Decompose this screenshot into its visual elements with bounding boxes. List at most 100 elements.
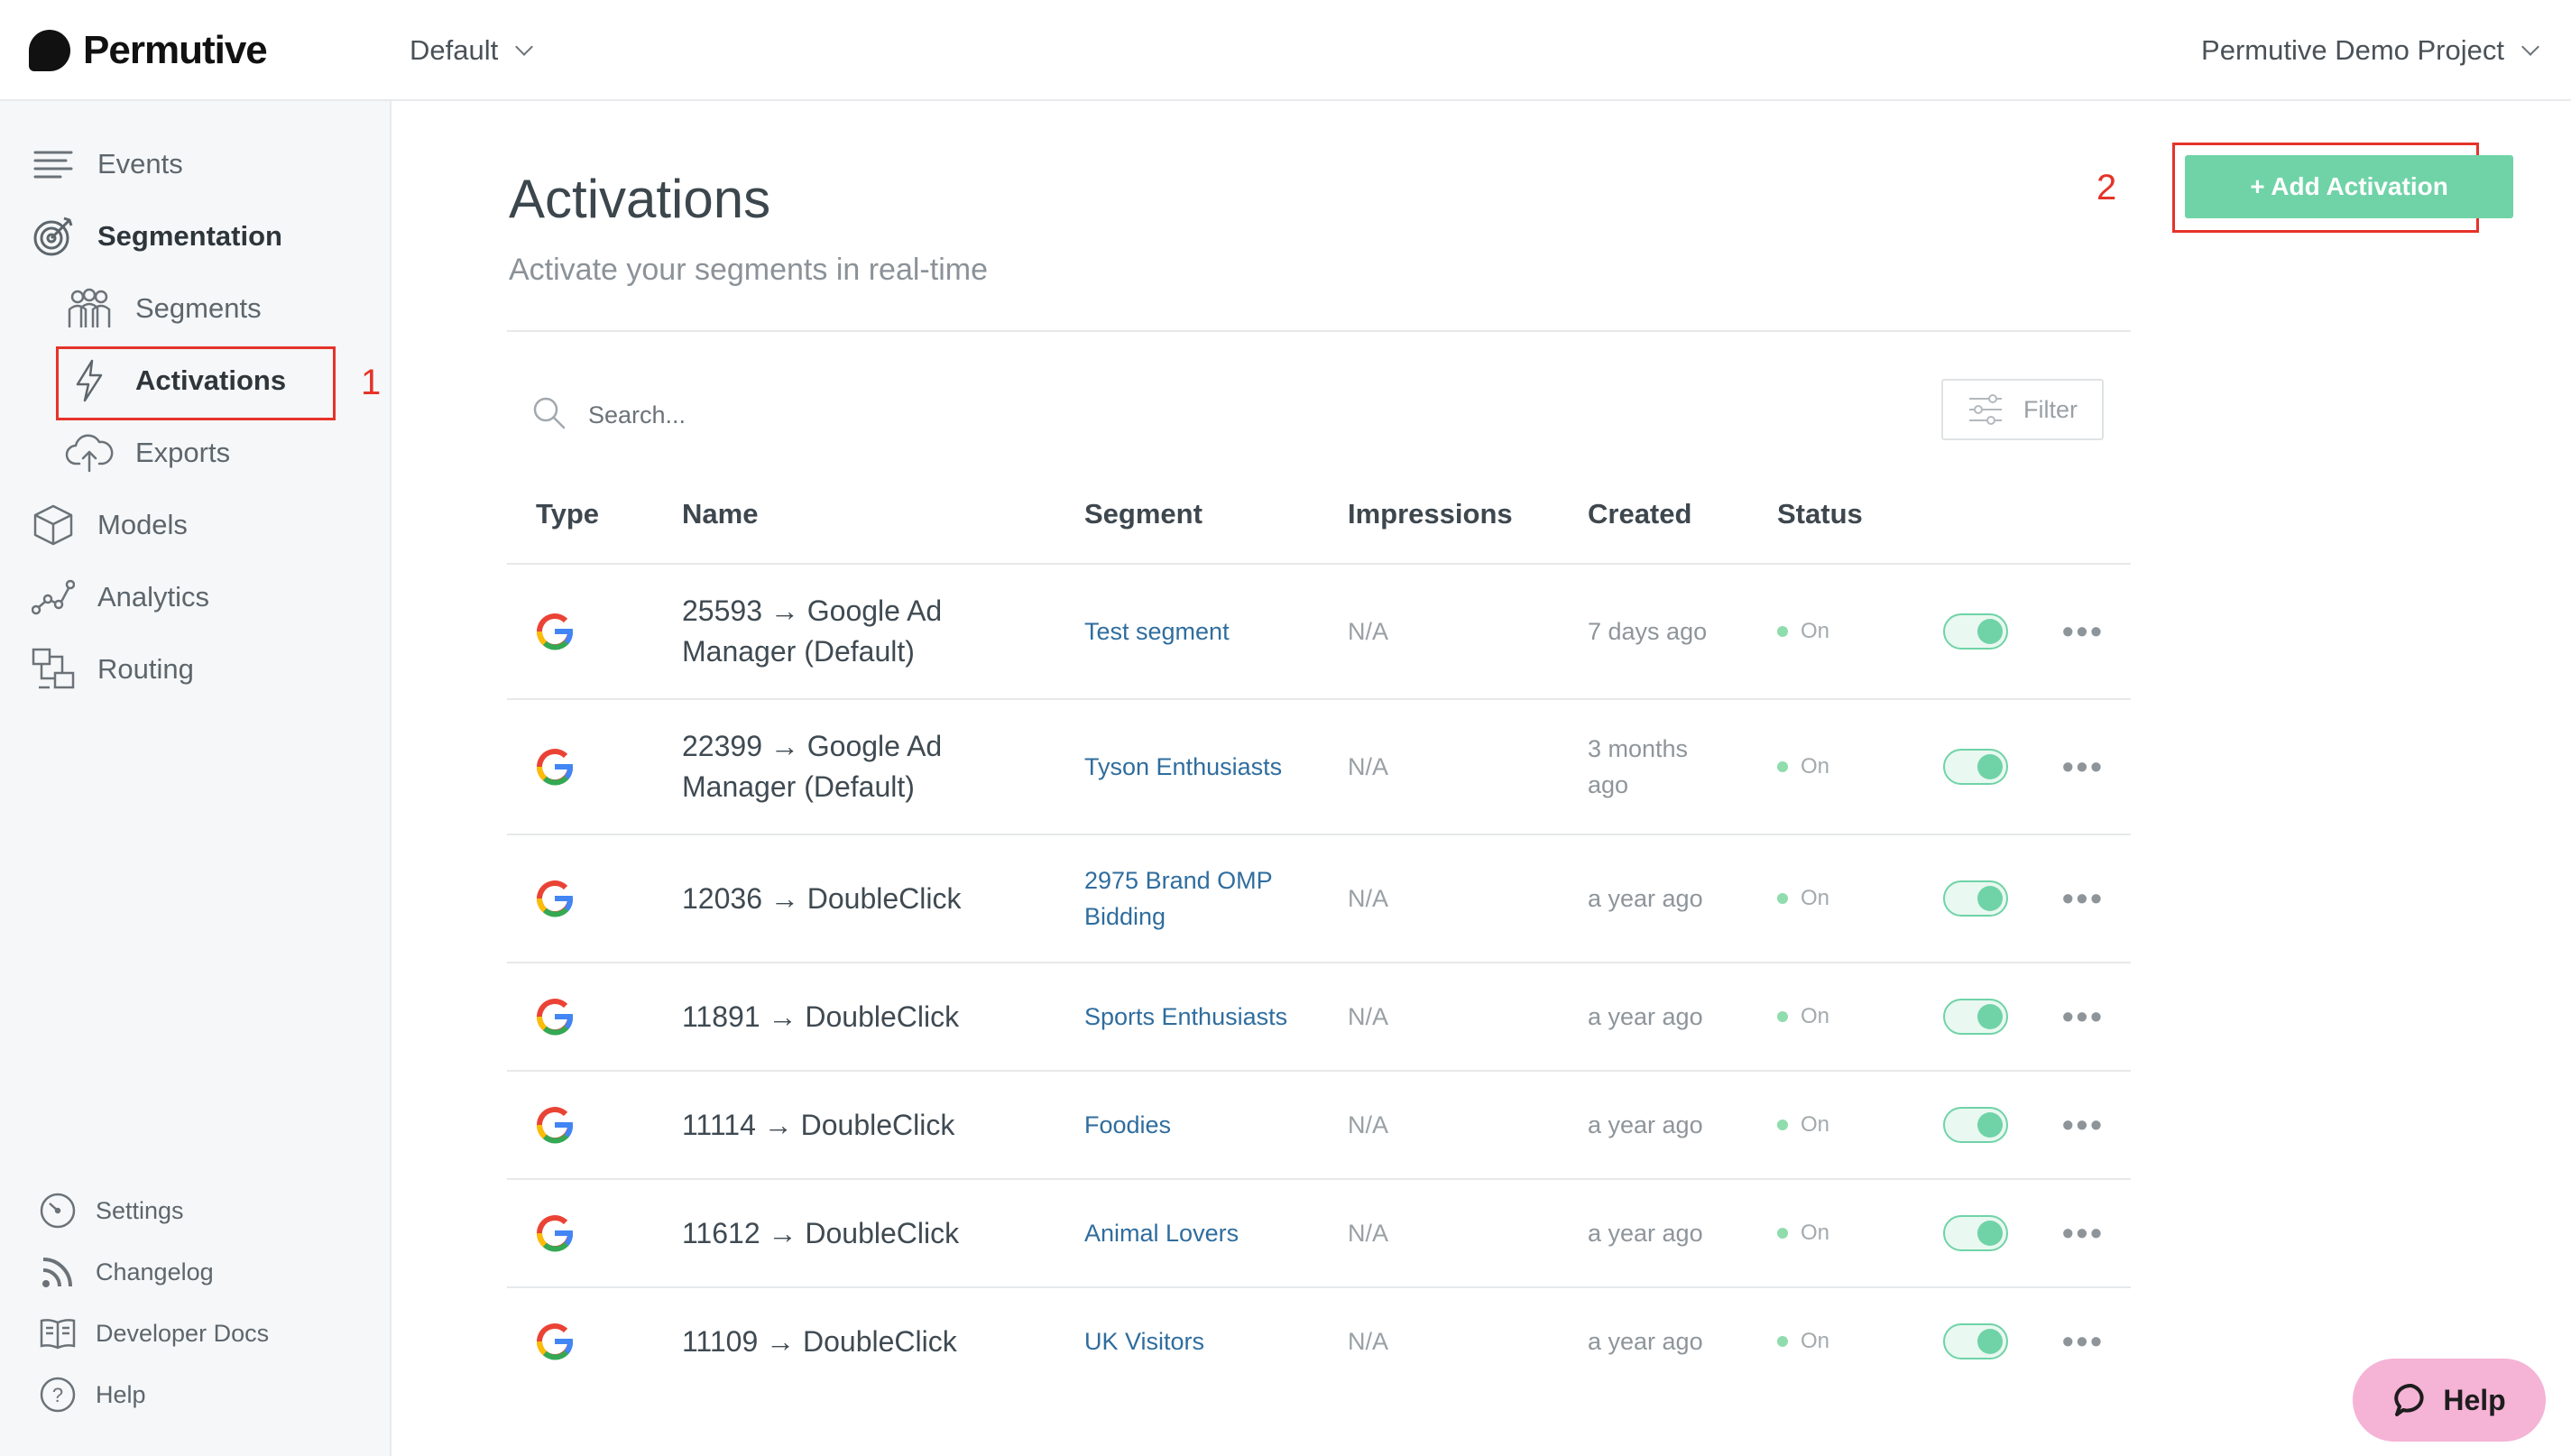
divider xyxy=(507,330,2131,332)
status-toggle[interactable] xyxy=(1943,880,2008,917)
column-header-impressions[interactable]: Impressions xyxy=(1348,498,1513,530)
activation-name[interactable]: 11612 → DoubleClick xyxy=(682,1180,989,1286)
column-header-created[interactable]: Created xyxy=(1588,498,1691,530)
sidebar-item-developer-docs[interactable]: Developer Docs xyxy=(38,1308,269,1359)
filter-button[interactable]: Filter xyxy=(1941,379,2104,440)
status-toggle[interactable] xyxy=(1943,1107,2008,1143)
table-row[interactable]: 11109 → DoubleClick UK Visitors N/A a year … xyxy=(507,1286,2131,1395)
status-dot-icon xyxy=(1777,1011,1788,1022)
more-options-icon[interactable]: ••• xyxy=(2062,565,2105,698)
status-toggle[interactable] xyxy=(1943,1323,2008,1359)
table-row[interactable]: 22399 → Google Ad Manager (Default) Tyson… xyxy=(507,698,2131,834)
status-toggle[interactable] xyxy=(1943,999,2008,1035)
activation-name[interactable]: 22399 → Google Ad Manager (Default) xyxy=(682,700,989,834)
more-options-icon[interactable]: ••• xyxy=(2062,1180,2105,1286)
sidebar-item-exports[interactable]: Exports xyxy=(65,424,230,482)
impressions-value: N/A xyxy=(1348,1219,1389,1247)
table-row[interactable]: 11891 → DoubleClick Sports Enthusiasts N/A… xyxy=(507,962,2131,1070)
activation-name[interactable]: 12036 → DoubleClick xyxy=(682,835,989,962)
sidebar-item-segments[interactable]: Segments xyxy=(65,280,262,337)
toggle-knob xyxy=(1977,754,2003,779)
more-options-icon[interactable]: ••• xyxy=(2062,963,2105,1070)
sidebar-item-routing[interactable]: Routing xyxy=(31,640,194,698)
table-row[interactable]: 11612 → DoubleClick Animal Lovers N/A a yea… xyxy=(507,1178,2131,1286)
created-value: a year ago xyxy=(1588,1111,1703,1138)
sidebar-item-models[interactable]: Models xyxy=(31,496,188,554)
chat-bubble-icon xyxy=(2392,1382,2430,1418)
segment-link[interactable]: Test segment xyxy=(1084,565,1319,698)
sidebar-item-events[interactable]: Events xyxy=(31,135,183,193)
book-icon xyxy=(38,1313,78,1353)
google-icon xyxy=(534,1180,576,1286)
segment-link[interactable]: 2975 Brand OMP Bidding xyxy=(1084,835,1319,962)
events-icon xyxy=(31,142,76,187)
sidebar-item-segmentation[interactable]: Segmentation xyxy=(31,207,282,265)
cloud-upload-icon xyxy=(65,430,114,475)
segment-link[interactable]: Foodies xyxy=(1084,1072,1319,1178)
status-toggle[interactable] xyxy=(1943,1215,2008,1251)
table-row[interactable]: 12036 → DoubleClick 2975 Brand OMP Biddin… xyxy=(507,834,2131,962)
add-activation-button[interactable]: + Add Activation xyxy=(2185,155,2513,218)
status-dot-icon xyxy=(1777,1120,1788,1130)
status-toggle[interactable] xyxy=(1943,749,2008,785)
status-label: On xyxy=(1801,1329,1830,1353)
status-indicator: On xyxy=(1777,1288,1829,1395)
page-title: Activations xyxy=(509,169,771,229)
sidebar-item-label: Segments xyxy=(135,292,262,324)
segmentation-icon xyxy=(31,214,76,259)
sidebar-item-label: Analytics xyxy=(97,581,210,613)
column-header-segment[interactable]: Segment xyxy=(1084,498,1203,530)
google-icon xyxy=(534,835,576,962)
status-toggle-cell xyxy=(1943,565,2008,698)
help-widget-label: Help xyxy=(2443,1383,2506,1416)
annotation-box-1 xyxy=(56,346,336,420)
project-label: Permutive Demo Project xyxy=(2201,34,2504,66)
more-options-icon[interactable]: ••• xyxy=(2062,700,2105,834)
sidebar-item-label: Settings xyxy=(96,1196,184,1224)
impressions-value: N/A xyxy=(1348,752,1389,780)
more-options-icon[interactable]: ••• xyxy=(2062,1072,2105,1178)
toggle-knob xyxy=(1977,886,2003,911)
question-icon: ? xyxy=(38,1375,78,1415)
status-indicator: On xyxy=(1777,565,1829,698)
status-label: On xyxy=(1801,619,1830,643)
segment-link[interactable]: Animal Lovers xyxy=(1084,1180,1319,1286)
google-icon xyxy=(534,565,576,698)
search-input[interactable] xyxy=(588,401,1129,429)
impressions-value: N/A xyxy=(1348,617,1389,645)
table-row[interactable]: 11114 → DoubleClick Foodies N/A a year ago O… xyxy=(507,1070,2131,1178)
column-header-type[interactable]: Type xyxy=(536,498,599,530)
project-dropdown[interactable]: Permutive Demo Project xyxy=(2201,23,2539,78)
activation-name[interactable]: 25593 → Google Ad Manager (Default) xyxy=(682,565,989,698)
sidebar-item-analytics[interactable]: Analytics xyxy=(31,568,209,626)
sidebar-item-help[interactable]: ? Help xyxy=(38,1369,146,1420)
segment-link[interactable]: Tyson Enthusiasts xyxy=(1084,700,1319,834)
permutive-logo[interactable]: Permutive xyxy=(29,20,268,81)
workspace-dropdown[interactable]: Default xyxy=(410,23,534,78)
more-options-icon[interactable]: ••• xyxy=(2062,1288,2105,1395)
annotation-label-2: 2 xyxy=(2096,168,2117,207)
created-value: 3 months ago xyxy=(1588,735,1689,798)
sidebar-item-settings[interactable]: Settings xyxy=(38,1185,184,1236)
column-header-status[interactable]: Status xyxy=(1777,498,1863,530)
sidebar-item-changelog[interactable]: Changelog xyxy=(38,1247,214,1297)
segment-link[interactable]: UK Visitors xyxy=(1084,1288,1319,1395)
rss-icon xyxy=(38,1252,78,1292)
column-header-name[interactable]: Name xyxy=(682,498,758,530)
segment-link[interactable]: Sports Enthusiasts xyxy=(1084,963,1319,1070)
help-widget-button[interactable]: Help xyxy=(2353,1359,2546,1442)
status-indicator: On xyxy=(1777,963,1829,1070)
status-dot-icon xyxy=(1777,893,1788,904)
cube-icon xyxy=(31,502,76,548)
status-dot-icon xyxy=(1777,1336,1788,1347)
sidebar-item-label: Events xyxy=(97,148,183,180)
activation-name[interactable]: 11114 → DoubleClick xyxy=(682,1072,989,1178)
activation-name[interactable]: 11891 → DoubleClick xyxy=(682,963,989,1070)
annotation-label-1: 1 xyxy=(361,363,382,402)
status-toggle[interactable] xyxy=(1943,613,2008,650)
activation-name[interactable]: 11109 → DoubleClick xyxy=(682,1288,989,1395)
table-row[interactable]: 25593 → Google Ad Manager (Default) Test … xyxy=(507,563,2131,698)
created-value: a year ago xyxy=(1588,1003,1703,1030)
more-options-icon[interactable]: ••• xyxy=(2062,835,2105,962)
sliders-icon xyxy=(1967,393,2004,426)
